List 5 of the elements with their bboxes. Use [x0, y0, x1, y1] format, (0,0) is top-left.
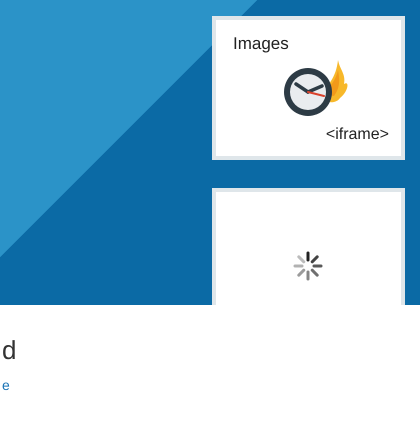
card-caption: <iframe>	[326, 126, 389, 144]
heading: d	[2, 335, 18, 365]
link[interactable]: e	[2, 377, 10, 393]
loading-spinner-icon	[292, 250, 324, 282]
card-title: Images	[233, 34, 289, 54]
